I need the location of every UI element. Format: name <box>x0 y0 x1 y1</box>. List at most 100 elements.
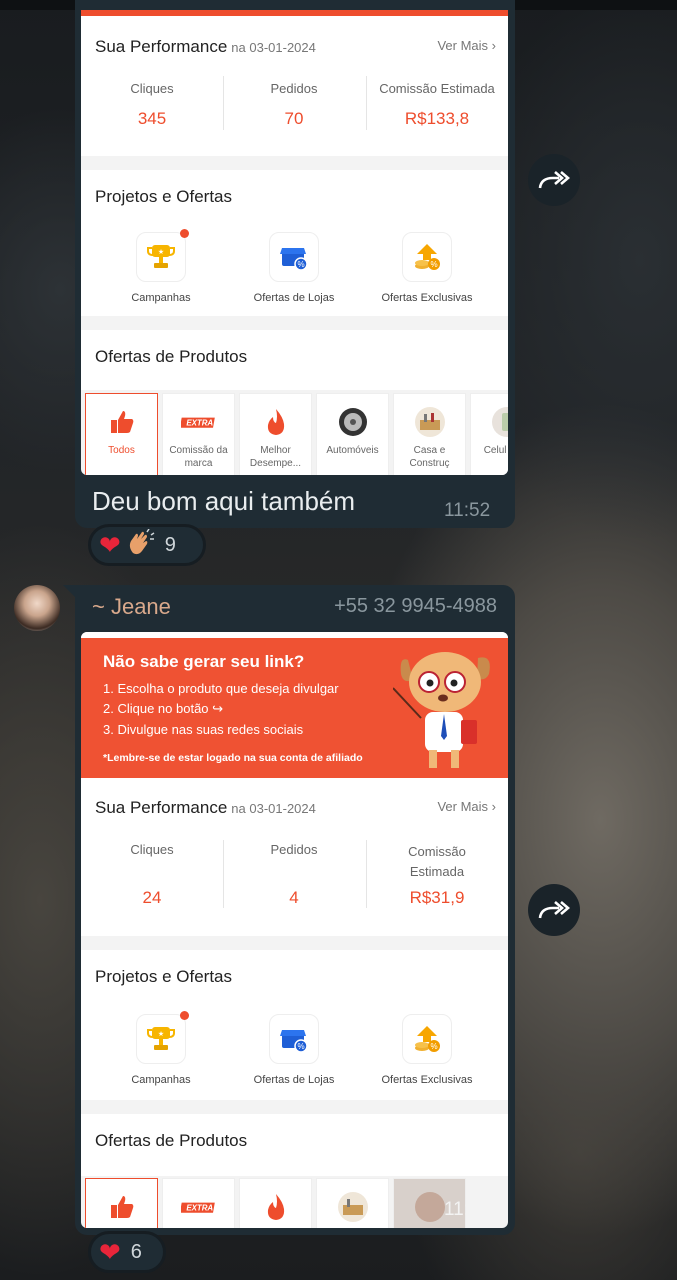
products-card: Ofertas de Produtos <box>81 330 508 390</box>
banner-title: Não sabe gerar seu link? <box>103 652 305 671</box>
phone-device-icon <box>489 404 508 440</box>
trophy-icon: ★ <box>136 229 189 282</box>
svg-text:EXTRA: EXTRA <box>186 1204 213 1213</box>
forward-button[interactable] <box>528 154 580 206</box>
forward-icon <box>538 171 570 189</box>
category-comissao-marca[interactable]: EXTRA <box>162 1178 235 1228</box>
clap-icon <box>125 528 155 562</box>
notification-dot <box>180 1011 189 1020</box>
svg-text:★: ★ <box>158 1030 164 1038</box>
projects-card: Projetos e Ofertas ★ Campanhas % Ofertas… <box>81 170 508 316</box>
category-casa-construcao[interactable]: Casa e Construç <box>393 393 466 475</box>
projects-title: Projetos e Ofertas <box>95 967 233 986</box>
extra-badge-icon: EXTRA <box>180 404 217 440</box>
screenshot-image[interactable]: Não sabe gerar seu link? 1. Escolha o pr… <box>81 632 508 1228</box>
stat-label: Comissão Estimada <box>379 81 495 96</box>
toolbox-icon <box>412 404 448 440</box>
coins-icon: % <box>402 232 452 282</box>
screenshot-image[interactable]: Sua Performance na 03-01-2024 Ver Mais › … <box>81 10 508 475</box>
exclusive-offers-label: Ofertas Exclusivas <box>381 292 473 304</box>
stat-label: Comissão Estimada <box>408 844 466 879</box>
campaigns-label: Campanhas <box>131 1074 191 1086</box>
tire-icon <box>335 404 371 440</box>
store-offers-label: Ofertas de Lojas <box>253 1074 335 1086</box>
stat-label: Cliques <box>130 81 174 96</box>
forward-icon <box>538 901 570 919</box>
category-melhor-desempenho[interactable] <box>239 1178 312 1228</box>
category-celulares[interactable]: Celul Disp <box>470 393 508 475</box>
category-melhor-desempenho[interactable]: Melhor Desempe... <box>239 393 312 475</box>
share-arrow-icon: ↪ <box>212 701 224 716</box>
stat-value: R$31,9 <box>409 888 465 907</box>
sender-phone: +55 32 9945-4988 <box>334 595 497 617</box>
message-caption: Deu bom aqui também <box>92 486 356 516</box>
chevron-right-icon: › <box>491 799 496 814</box>
category-automoveis[interactable]: Automóveis <box>316 393 389 475</box>
stat-value: 24 <box>142 888 162 907</box>
heart-icon: ❤ <box>99 530 121 560</box>
products-title: Ofertas de Produtos <box>95 347 248 366</box>
trophy-icon: ★ <box>136 1011 189 1064</box>
phone-device-icon <box>412 1189 448 1225</box>
thumbs-up-icon <box>104 1189 140 1225</box>
heart-icon: ❤ <box>99 1237 121 1267</box>
reaction-pill[interactable]: ❤ 9 <box>88 524 206 566</box>
reaction-count: 6 <box>130 1240 142 1263</box>
reaction-count: 9 <box>164 533 176 556</box>
ver-mais-link[interactable]: Ver Mais › <box>437 799 496 814</box>
avatar[interactable] <box>14 585 60 631</box>
category-automoveis[interactable] <box>316 1178 389 1228</box>
svg-text:EXTRA: EXTRA <box>186 419 213 428</box>
sender-name[interactable]: ~ Jeane <box>92 594 171 620</box>
fire-icon <box>258 404 294 440</box>
performance-card: Sua Performance na 03-01-2024 Ver Mais › … <box>81 778 508 936</box>
category-comissao-marca[interactable]: EXTRA Comissão da marca <box>162 393 235 475</box>
stat-label: Pedidos <box>270 81 318 96</box>
stat-value: 345 <box>137 109 167 128</box>
performance-date: na 03-01-2024 <box>231 801 316 816</box>
store-icon: % <box>269 1014 319 1064</box>
performance-card: Sua Performance na 03-01-2024 Ver Mais › … <box>81 10 508 156</box>
svg-text:%: % <box>297 260 304 269</box>
stat-label: Pedidos <box>270 842 318 857</box>
performance-date: na 03-01-2024 <box>231 40 316 55</box>
notification-dot <box>180 229 189 238</box>
performance-title: Sua Performance na 03-01-2024 <box>95 798 316 817</box>
performance-title: Sua Performance na 03-01-2024 <box>95 37 316 56</box>
forward-button[interactable] <box>528 884 580 936</box>
banner-step: 2. Clique no botão ↪ <box>103 701 224 716</box>
stat-value: 4 <box>289 888 299 907</box>
thumbs-up-icon <box>104 404 140 440</box>
mascot-dog-icon <box>393 652 490 768</box>
message-time: 11:52 <box>444 500 491 521</box>
exclusive-offers-item[interactable]: % Ofertas Exclusivas <box>356 1014 498 1086</box>
campaigns-label: Campanhas <box>131 292 191 304</box>
projects-title: Projetos e Ofertas <box>95 187 233 206</box>
reaction-pill[interactable]: ❤ 6 <box>88 1231 166 1273</box>
ver-mais-link[interactable]: Ver Mais › <box>437 38 496 53</box>
svg-text:%: % <box>430 1042 437 1051</box>
chevron-right-icon: › <box>491 38 496 53</box>
campaigns-item[interactable]: ★ Campanhas <box>90 229 232 304</box>
svg-text:%: % <box>430 260 437 269</box>
category-todos[interactable] <box>85 1178 158 1228</box>
category-row: EXTRA <box>85 1178 466 1228</box>
projects-card: Projetos e Ofertas ★ Campanhas % Ofertas… <box>81 950 508 1100</box>
store-offers-item[interactable]: % Ofertas de Lojas <box>223 232 365 304</box>
category-todos[interactable]: Todos <box>85 393 158 475</box>
store-offers-label: Ofertas de Lojas <box>253 292 335 304</box>
accent-line <box>81 10 508 16</box>
svg-text:%: % <box>297 1042 304 1051</box>
campaigns-item[interactable]: ★ Campanhas <box>90 1011 232 1086</box>
banner-note: *Lembre-se de estar logado na sua conta … <box>103 752 363 764</box>
help-banner: Não sabe gerar seu link? 1. Escolha o pr… <box>81 638 508 778</box>
coins-icon: % <box>402 1014 452 1064</box>
stat-value: 70 <box>284 109 304 128</box>
exclusive-offers-item[interactable]: % Ofertas Exclusivas <box>356 232 498 304</box>
category-row: Todos EXTRA Comissão da marca Melhor Des… <box>85 393 508 475</box>
store-offers-item[interactable]: % Ofertas de Lojas <box>223 1014 365 1086</box>
fire-icon <box>258 1189 294 1225</box>
products-title: Ofertas de Produtos <box>95 1131 248 1150</box>
svg-text:★: ★ <box>158 248 164 256</box>
toolbox-icon <box>335 1189 371 1225</box>
